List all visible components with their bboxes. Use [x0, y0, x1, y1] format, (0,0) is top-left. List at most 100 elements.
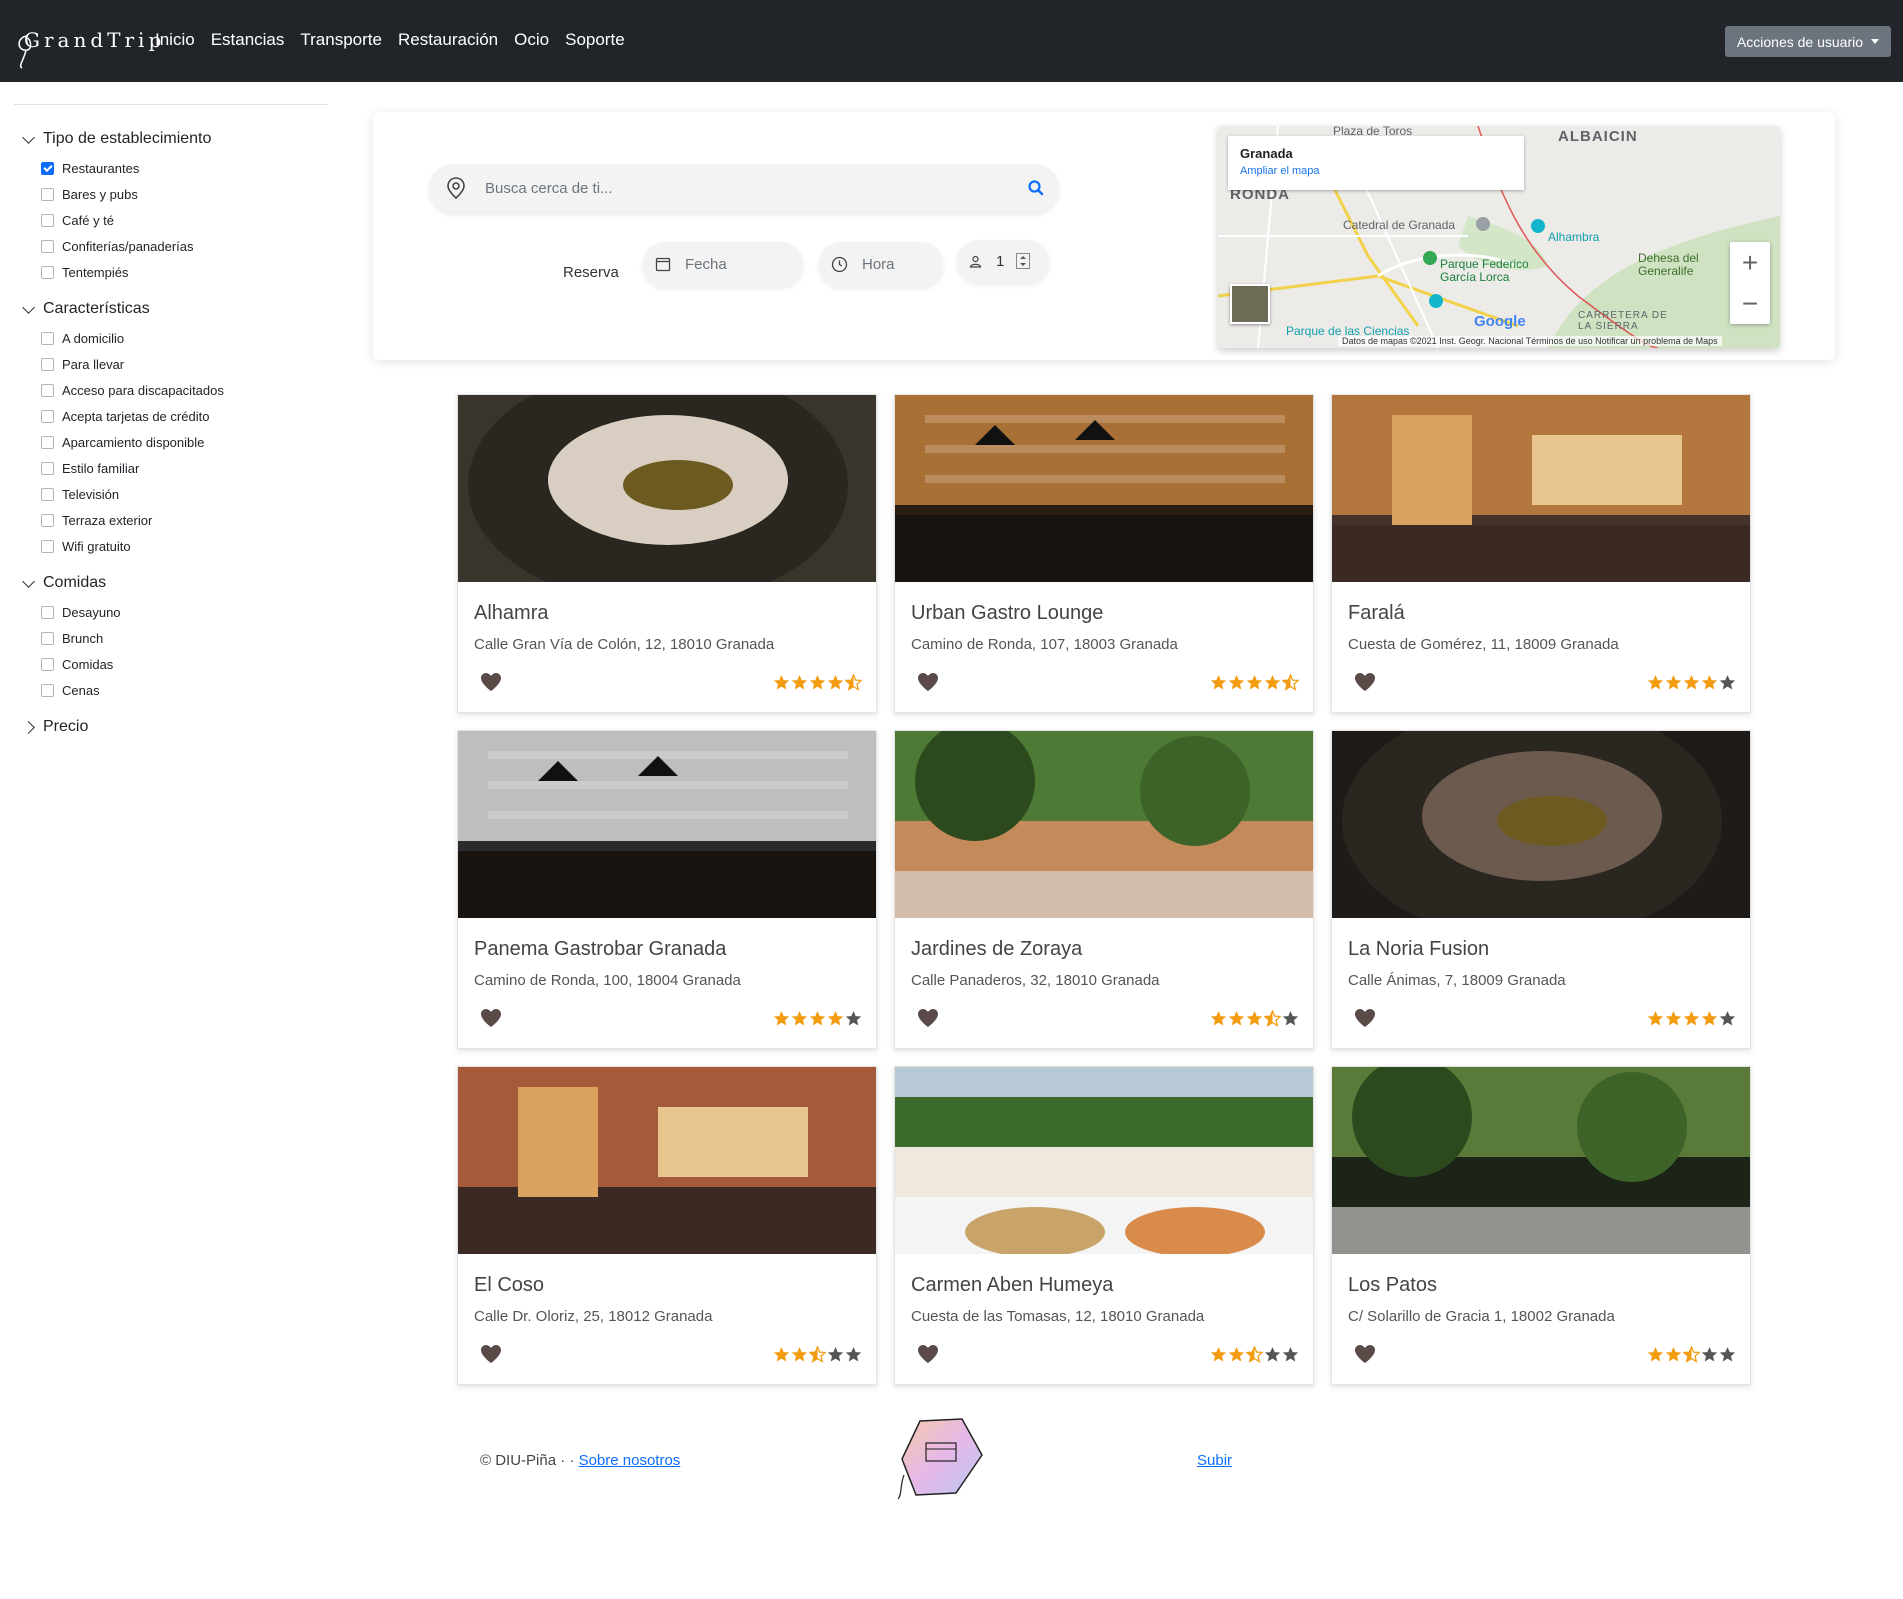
filter-checkbox[interactable] [41, 683, 54, 697]
filter-option[interactable]: Cenas [41, 677, 328, 703]
filter-option[interactable]: Confiterías/panaderías [41, 233, 328, 259]
filter-checkbox[interactable] [41, 265, 54, 279]
heart-icon[interactable] [1354, 1008, 1376, 1033]
filter-checkbox[interactable] [41, 409, 54, 423]
filter-group-toggle[interactable]: Precio [22, 717, 328, 737]
spinner-arrows-icon[interactable] [1016, 253, 1031, 269]
filter-checkbox[interactable] [41, 605, 54, 619]
filter-group-toggle[interactable]: Comidas [22, 573, 328, 593]
filter-option[interactable]: A domicilio [41, 325, 328, 351]
brand-logo[interactable]: GrandTrip [14, 22, 161, 70]
filter-group-toggle[interactable]: Características [22, 299, 328, 319]
filter-checkbox[interactable] [41, 239, 54, 253]
heart-icon[interactable] [1354, 1344, 1376, 1369]
restaurant-card[interactable]: Panema Gastrobar Granada Camino de Ronda,… [457, 730, 877, 1049]
heart-icon[interactable] [480, 1008, 502, 1033]
filter-option[interactable]: Televisión [41, 481, 328, 507]
filter-checkbox[interactable] [41, 357, 54, 371]
restaurant-name[interactable]: Carmen Aben Humeya [911, 1274, 1113, 1297]
restaurant-card[interactable]: Carmen Aben Humeya Cuesta de las Tomasas,… [894, 1066, 1314, 1385]
filter-option[interactable]: Wifi gratuito [41, 533, 328, 559]
filter-option[interactable]: Comidas [41, 651, 328, 677]
restaurant-name[interactable]: El Coso [474, 1274, 544, 1297]
filter-option[interactable]: Acceso para discapacitados [41, 377, 328, 403]
heart-icon[interactable] [917, 1344, 939, 1369]
people-stepper[interactable]: 1 [957, 240, 1049, 282]
heart-icon[interactable] [917, 672, 939, 697]
restaurant-card[interactable]: Los Patos C/ Solarillo de Gracia 1, 18002… [1331, 1066, 1751, 1385]
restaurant-name[interactable]: Panema Gastrobar Granada [474, 938, 726, 961]
filter-option[interactable]: Bares y pubs [41, 181, 328, 207]
restaurant-photo[interactable] [1332, 395, 1750, 582]
filter-checkbox[interactable] [41, 513, 54, 527]
filter-checkbox[interactable] [41, 539, 54, 553]
restaurant-name[interactable]: Alhamra [474, 602, 548, 625]
filter-option[interactable]: Tentempiés [41, 259, 328, 285]
heart-icon[interactable] [1354, 672, 1376, 697]
restaurant-photo[interactable] [1332, 1067, 1750, 1254]
time-field[interactable]: Hora [819, 242, 943, 286]
filter-option[interactable]: Aparcamiento disponible [41, 429, 328, 455]
restaurant-photo[interactable] [458, 1067, 876, 1254]
filter-checkbox[interactable] [41, 161, 54, 175]
map-attribution[interactable]: Datos de mapas ©2021 Inst. Geogr. Nacion… [1338, 336, 1722, 346]
restaurant-card[interactable]: El Coso Calle Dr. Oloriz, 25, 18012 Grana… [457, 1066, 877, 1385]
filter-group: Precio [14, 717, 328, 737]
filter-group-toggle[interactable]: Tipo de establecimiento [22, 129, 328, 149]
heart-icon[interactable] [480, 672, 502, 697]
nav-estancias[interactable]: Estancias [211, 30, 285, 50]
filter-checkbox[interactable] [41, 187, 54, 201]
filter-option[interactable]: Acepta tarjetas de crédito [41, 403, 328, 429]
about-link[interactable]: Sobre nosotros [579, 1452, 681, 1469]
nav-restauracion[interactable]: Restauración [398, 30, 498, 50]
filter-checkbox[interactable] [41, 657, 54, 671]
restaurant-name[interactable]: Jardines de Zoraya [911, 938, 1082, 961]
filter-option[interactable]: Desayuno [41, 599, 328, 625]
filter-checkbox[interactable] [41, 631, 54, 645]
filter-checkbox[interactable] [41, 435, 54, 449]
zoom-in-icon[interactable]: + [1730, 242, 1770, 283]
search-input[interactable] [485, 164, 985, 212]
map-embed[interactable]: ALBAICIN RONDA Catedral de Granada Alham… [1218, 126, 1780, 348]
filter-option[interactable]: Café y té [41, 207, 328, 233]
date-field[interactable]: Fecha [643, 242, 803, 286]
filter-checkbox[interactable] [41, 213, 54, 227]
satellite-toggle[interactable] [1230, 284, 1270, 324]
restaurant-photo[interactable] [895, 1067, 1313, 1254]
nav-transporte[interactable]: Transporte [300, 30, 382, 50]
filter-option[interactable]: Para llevar [41, 351, 328, 377]
restaurant-photo[interactable] [458, 395, 876, 582]
restaurant-photo[interactable] [1332, 731, 1750, 918]
restaurant-card[interactable]: Alhamra Calle Gran Vía de Colón, 12, 1801… [457, 394, 877, 713]
filter-option[interactable]: Estilo familiar [41, 455, 328, 481]
restaurant-card[interactable]: Jardines de Zoraya Calle Panaderos, 32, 1… [894, 730, 1314, 1049]
star-full-icon [1228, 1010, 1245, 1032]
restaurant-photo[interactable] [458, 731, 876, 918]
nav-soporte[interactable]: Soporte [565, 30, 625, 50]
filter-option[interactable]: Restaurantes [41, 155, 328, 181]
restaurant-card[interactable]: Urban Gastro Lounge Camino de Ronda, 107,… [894, 394, 1314, 713]
filter-checkbox[interactable] [41, 461, 54, 475]
filter-checkbox[interactable] [41, 487, 54, 501]
restaurant-card[interactable]: Faralá Cuesta de Gomérez, 11, 18009 Grana… [1331, 394, 1751, 713]
user-actions-dropdown[interactable]: Acciones de usuario [1724, 26, 1891, 57]
filter-checkbox[interactable] [41, 383, 54, 397]
filter-option[interactable]: Brunch [41, 625, 328, 651]
heart-icon[interactable] [480, 1344, 502, 1369]
restaurant-photo[interactable] [895, 731, 1313, 918]
filter-checkbox[interactable] [41, 331, 54, 345]
restaurant-photo[interactable] [895, 395, 1313, 582]
heart-icon[interactable] [917, 1008, 939, 1033]
nav-inicio[interactable]: Inicio [155, 30, 195, 50]
restaurant-name[interactable]: Urban Gastro Lounge [911, 602, 1103, 625]
scroll-up-link[interactable]: Subir [1197, 1452, 1232, 1469]
restaurant-name[interactable]: La Noria Fusion [1348, 938, 1489, 961]
filter-option[interactable]: Terraza exterior [41, 507, 328, 533]
restaurant-name[interactable]: Faralá [1348, 602, 1405, 625]
search-icon[interactable] [1027, 179, 1045, 197]
restaurant-name[interactable]: Los Patos [1348, 1274, 1437, 1297]
restaurant-card[interactable]: La Noria Fusion Calle Ánimas, 7, 18009 Gr… [1331, 730, 1751, 1049]
zoom-out-icon[interactable]: − [1730, 283, 1770, 324]
nav-ocio[interactable]: Ocio [514, 30, 549, 50]
map-enlarge-link[interactable]: Ampliar el mapa [1240, 165, 1512, 177]
